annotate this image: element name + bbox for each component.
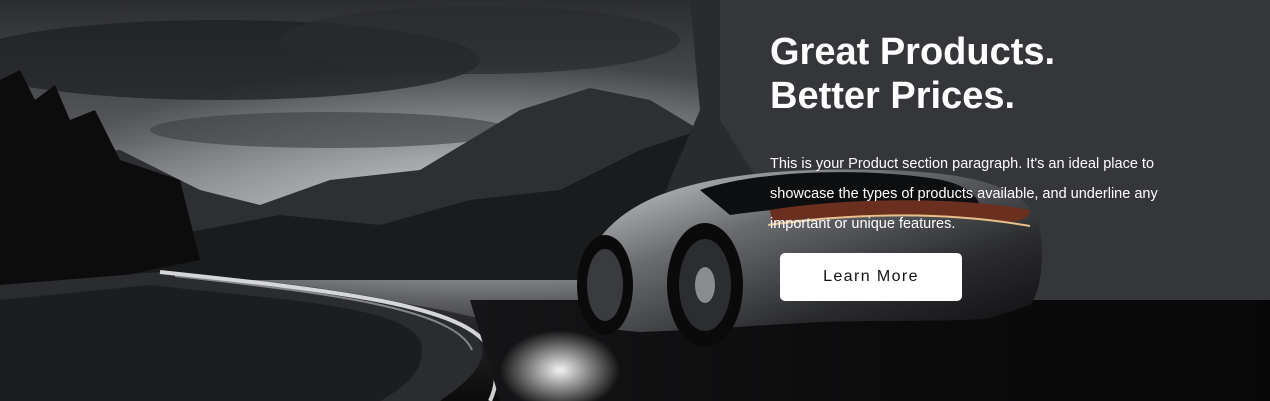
hero-heading: Great Products. Better Prices.: [770, 30, 1190, 118]
hero-heading-line-1: Great Products.: [770, 31, 1056, 73]
learn-more-button[interactable]: Learn More: [780, 253, 962, 301]
hero-section: Great Products. Better Prices. This is y…: [0, 0, 1270, 401]
hero-heading-line-2: Better Prices.: [770, 75, 1016, 117]
hero-paragraph: This is your Product section paragraph. …: [770, 156, 1158, 232]
hero-content: Great Products. Better Prices. This is y…: [770, 30, 1190, 301]
